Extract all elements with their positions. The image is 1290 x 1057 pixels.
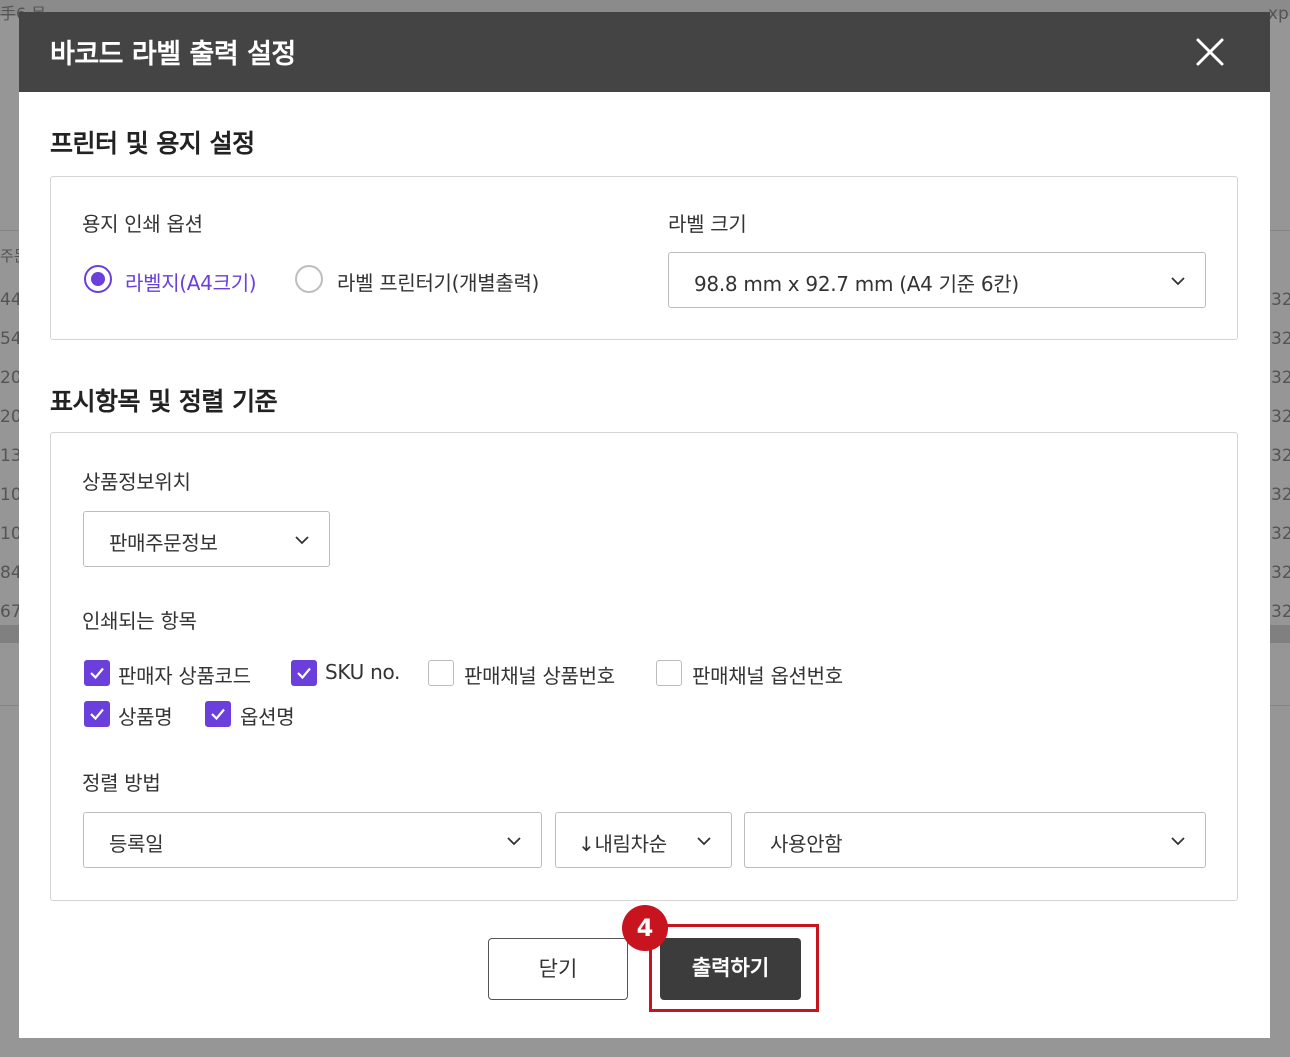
product-info-position-value: 판매주문정보	[109, 531, 218, 555]
checkbox-sku-no-label[interactable]: SKU no.	[325, 660, 400, 684]
close-button[interactable]: 닫기	[488, 938, 628, 1000]
chevron-down-icon	[295, 536, 309, 545]
checkbox-option-name[interactable]	[205, 701, 231, 727]
barcode-label-print-modal: 바코드 라벨 출력 설정 프린터 및 용지 설정 용지 인쇄 옵션 라벨지(A4…	[19, 12, 1270, 1038]
radio-label-printer[interactable]	[295, 265, 323, 293]
modal-title: 바코드 라벨 출력 설정	[50, 39, 296, 70]
display-section-title: 표시항목 및 정렬 기준	[50, 387, 278, 416]
close-icon[interactable]	[1194, 36, 1226, 68]
label-size-value: 98.8 mm x 92.7 mm (A4 기준 6칸)	[694, 272, 1019, 296]
sort-order-select[interactable]: ↓내림차순	[555, 812, 732, 868]
display-settings-panel: 상품정보위치 판매주문정보 인쇄되는 항목 판매자 상품코드 SKU no. 판…	[50, 432, 1238, 901]
checkbox-option-name-label[interactable]: 옵션명	[240, 701, 295, 730]
checkbox-sku-no[interactable]	[291, 660, 317, 686]
checkbox-channel-option-number[interactable]	[656, 660, 682, 686]
product-info-position-select[interactable]: 판매주문정보	[83, 511, 330, 567]
checkbox-product-name[interactable]	[84, 701, 110, 727]
chevron-down-icon	[1171, 277, 1185, 286]
checkbox-seller-product-code-label[interactable]: 판매자 상품코드	[118, 660, 251, 689]
chevron-down-icon	[1171, 837, 1185, 846]
checkbox-channel-product-number-label[interactable]: 판매채널 상품번호	[464, 660, 615, 689]
radio-label-sheet[interactable]	[84, 265, 112, 293]
sort-field-value: 등록일	[109, 832, 164, 856]
chevron-down-icon	[507, 837, 521, 846]
highlight-box	[649, 924, 819, 1012]
checkbox-product-name-label[interactable]: 상품명	[118, 701, 173, 730]
printed-items-label: 인쇄되는 항목	[82, 609, 197, 633]
sort-field-select[interactable]: 등록일	[83, 812, 542, 868]
printer-settings-panel: 용지 인쇄 옵션 라벨지(A4크기) 라벨 프린터기(개별출력) 라벨 크기 9…	[50, 176, 1238, 340]
radio-label-printer-label[interactable]: 라벨 프린터기(개별출력)	[337, 267, 539, 296]
paper-option-label: 용지 인쇄 옵션	[82, 212, 203, 236]
checkbox-seller-product-code[interactable]	[84, 660, 110, 686]
step-badge: 4	[622, 905, 668, 951]
product-info-position-label: 상품정보위치	[82, 470, 191, 494]
sort-secondary-value: 사용안함	[770, 832, 843, 856]
label-size-label: 라벨 크기	[668, 212, 747, 236]
checkbox-channel-option-number-label[interactable]: 판매채널 옵션번호	[692, 660, 843, 689]
sort-method-label: 정렬 방법	[82, 771, 161, 795]
radio-label-sheet-label[interactable]: 라벨지(A4크기)	[125, 267, 257, 296]
checkbox-channel-product-number[interactable]	[428, 660, 454, 686]
sort-secondary-select[interactable]: 사용안함	[744, 812, 1206, 868]
printer-section-title: 프린터 및 용지 설정	[50, 129, 255, 158]
modal-header: 바코드 라벨 출력 설정	[19, 12, 1270, 92]
sort-order-value: ↓내림차순	[578, 832, 667, 856]
chevron-down-icon	[697, 837, 711, 846]
label-size-select[interactable]: 98.8 mm x 92.7 mm (A4 기준 6칸)	[668, 252, 1206, 308]
